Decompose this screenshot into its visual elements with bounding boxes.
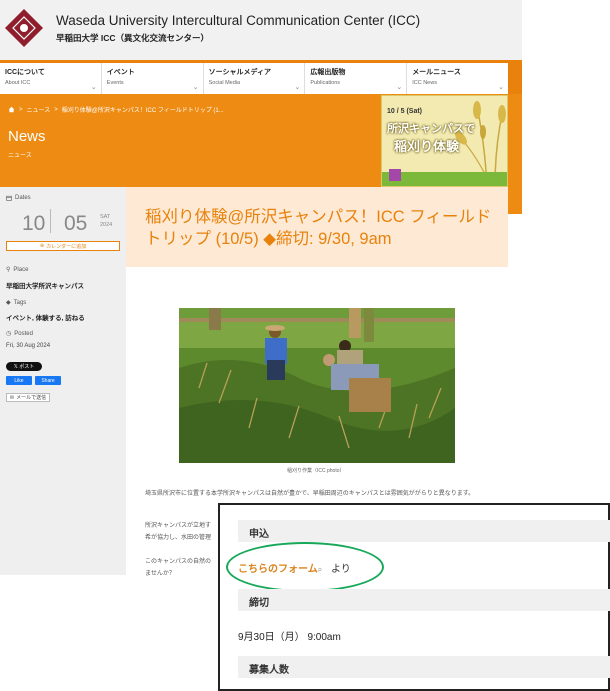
waseda-emblem-icon[interactable] <box>4 8 44 48</box>
nav-item-events[interactable]: イベント Events ⌄ <box>102 63 204 94</box>
breadcrumb: > ニュース > 稲刈り体験@所沢キャンパス！ICC フィールドトリップ (1.… <box>8 105 224 114</box>
nav-label: ソーシャルメディア <box>208 69 271 76</box>
posted-value: Fri, 30 Aug 2024 <box>6 343 51 349</box>
nav-label: メールニュース <box>412 69 461 76</box>
deadline-value: 9月30日（月） 9:00am <box>238 632 341 643</box>
recruit-section-header <box>238 656 610 678</box>
dates-label-text: Dates <box>15 195 31 201</box>
date-divider <box>50 209 51 233</box>
site-title[interactable]: Waseda University Intercultural Communic… <box>56 13 420 28</box>
add-to-calendar-label: カレンダーに追加 <box>46 243 87 250</box>
rice-harvest-photo <box>179 308 455 463</box>
location-pin-icon: ⚲ <box>6 267 11 273</box>
date-month: 10 <box>22 212 46 235</box>
section-title: News <box>8 128 46 145</box>
site-header: Waseda University Intercultural Communic… <box>0 0 522 60</box>
nav-sublabel: Social Media <box>208 80 241 86</box>
chevron-down-icon: ⌄ <box>294 84 301 91</box>
nav-item-social-media[interactable]: ソーシャルメディア Social Media ⌄ <box>204 63 306 94</box>
nav-item-publications[interactable]: 広報出版物 Publications ⌄ <box>305 63 408 94</box>
posted-label: ◷ Posted <box>6 330 33 338</box>
chevron-down-icon: ⌄ <box>90 84 97 91</box>
chevron-down-icon: ⌄ <box>192 84 199 91</box>
nav-sublabel: Events <box>106 80 124 86</box>
breadcrumb-item-current: 稲刈り体験@所沢キャンパス！ICC フィールドトリップ (1... <box>61 108 224 114</box>
tag-icon: ◆ <box>6 300 11 306</box>
nav-label: 広報出版物 <box>310 69 346 76</box>
add-to-calendar-button[interactable]: ⊕ カレンダーに追加 <box>6 241 120 251</box>
chevron-down-icon: ⌄ <box>396 84 403 91</box>
tags-label-text: Tags <box>13 299 27 306</box>
banner-date: 10 / 5 (Sat) <box>387 108 423 115</box>
mail-icon: ✉ <box>9 394 15 401</box>
x-post-label: ポスト <box>19 364 35 370</box>
banner-line1: 所沢キャンパスで <box>387 123 475 135</box>
chevron-down-icon: ⌄ <box>498 84 504 91</box>
tags-label: ◆ Tags <box>6 299 27 307</box>
section-subtitle: ニュース <box>8 153 32 159</box>
date-day: 05 <box>64 212 88 235</box>
plus-circle-icon: ⊕ <box>39 243 45 249</box>
date-year: 2024 <box>100 222 113 228</box>
x-post-button[interactable]: 𝕏 ポスト <box>6 362 42 371</box>
posted-label-text: Posted <box>14 330 33 337</box>
nav-sublabel: ICC News <box>412 80 437 86</box>
send-email-button[interactable]: ✉ メールで送信 <box>6 393 50 402</box>
tags-value[interactable]: イベント, 体験する, 訪ねる <box>6 312 85 322</box>
photo-caption: 稲刈り作業（ICC photo） <box>287 468 345 474</box>
home-icon[interactable] <box>8 106 15 113</box>
apply-label: 申込 <box>249 529 269 540</box>
site-subtitle: 早稲田大学 ICC（異文化交流センター） <box>56 33 210 43</box>
clock-icon: ◷ <box>6 331 12 337</box>
event-banner[interactable]: 10 / 5 (Sat) 所沢キャンパスで 稲刈り体験 <box>381 95 508 187</box>
banner-line2: 稲刈り体験 <box>394 139 460 154</box>
highlight-circle <box>226 542 384 592</box>
dates-label: Dates <box>6 195 31 201</box>
deadline-section-header <box>238 589 610 611</box>
date-weekday: SAT <box>100 214 111 220</box>
calendar-icon <box>6 195 12 201</box>
fb-share-label: Share <box>41 377 55 384</box>
breadcrumb-item-news[interactable]: ニュース <box>27 105 51 114</box>
breadcrumb-separator: > <box>54 106 58 113</box>
nav-label: イベント <box>106 69 135 76</box>
nav-sublabel: About ICC <box>5 80 31 86</box>
place-value[interactable]: 早稲田大学所沢キャンパス <box>6 280 84 290</box>
apply-section-header <box>238 520 610 542</box>
facebook-share-button[interactable]: Share <box>35 376 61 385</box>
article-paragraph-1: 埼玉県所沢市に位置する本学所沢キャンパスは自然が豊かで、早稲田周辺のキャンパスと… <box>145 491 475 497</box>
recruit-count-label: 募集人数 <box>249 665 289 676</box>
facebook-like-button[interactable]: Like <box>6 376 32 385</box>
nav-item-icc-news[interactable]: メールニュース ICC News ⌄ <box>407 63 508 94</box>
banner-badge-icon <box>389 169 401 181</box>
fb-like-label: Like <box>14 377 24 384</box>
nav-sublabel: Publications <box>310 80 341 86</box>
breadcrumb-separator: > <box>19 106 23 113</box>
article-title: 稲刈り体験@所沢キャンパス！ICC フィールドトリップ (10/5) ◆締切: … <box>145 208 492 248</box>
nav-label: ICCについて <box>5 69 45 76</box>
place-label-text: Place <box>13 266 29 273</box>
send-email-label: メールで送信 <box>16 395 47 401</box>
deadline-label: 締切 <box>249 598 269 609</box>
place-label: ⚲ Place <box>6 266 29 274</box>
main-nav: ICCについて About ICC ⌄ イベント Events ⌄ ソーシャルメ… <box>0 60 508 94</box>
nav-item-about[interactable]: ICCについて About ICC ⌄ <box>0 63 102 94</box>
